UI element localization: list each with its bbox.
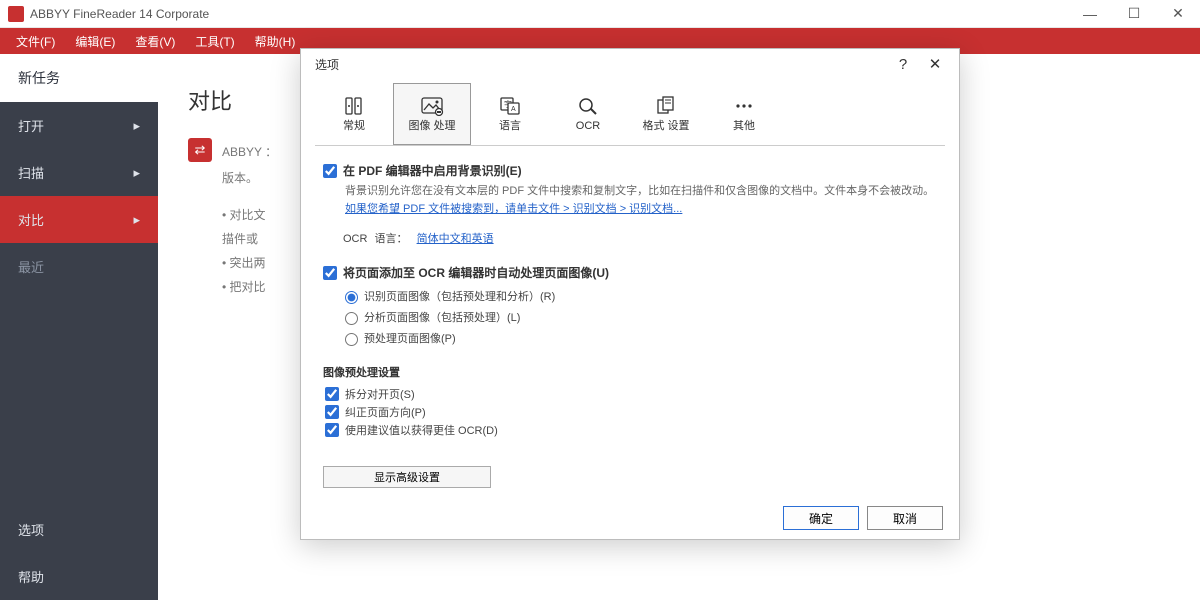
tab-label: OCR [576,120,600,132]
bullet-1b: 描件或 [222,227,277,251]
dialog-footer: 确定 取消 [301,497,959,539]
sidebar-item-open[interactable]: 打开 ▸ [0,102,158,149]
tab-label: 图像 处理 [408,120,455,132]
cancel-button[interactable]: 取消 [867,506,943,530]
maximize-button[interactable]: ☐ [1112,0,1156,28]
dialog-body: 在 PDF 编辑器中启用背景识别(E) 背景识别允许您在没有文本层的 PDF 文… [301,146,959,497]
label-split-pages: 拆分对开页(S) [345,386,415,402]
tab-language[interactable]: 字A 语言 [471,83,549,145]
general-icon [342,95,366,117]
language-link[interactable]: 简体中文和英语 [417,233,494,245]
ocr-label: OCR [343,233,367,245]
radio-analyze[interactable] [345,312,358,325]
content-desc-1: ABBYY ： [222,142,277,164]
content-desc-2: 版本。 [222,168,277,190]
format-icon [654,95,678,117]
sidebar-label: 帮助 [18,567,44,586]
sidebar-label: 最近 [18,257,44,276]
sidebar-label: 选项 [18,520,44,539]
dialog-titlebar: 选项 ? ✕ [301,49,959,79]
compare-icon: ⇄ [188,138,212,162]
radio-preprocess-wrap[interactable]: 预处理页面图像(P) [345,329,937,350]
dialog-close-button[interactable]: ✕ [919,55,951,73]
radio-label: 分析页面图像（包括预处理）(L) [364,308,520,329]
bullet-2: • 突出两 [222,251,277,275]
dialog-title: 选项 [315,56,339,73]
radio-label: 预处理页面图像(P) [364,329,456,350]
app-logo [8,6,24,22]
sidebar-label: 扫描 [18,163,44,182]
more-icon [732,95,756,117]
radio-analyze-wrap[interactable]: 分析页面图像（包括预处理）(L) [345,308,937,329]
svg-text:A: A [511,106,516,113]
bullet-1: • 对比文 [222,203,277,227]
tab-image-processing[interactable]: 图像 处理 [393,83,471,145]
show-advanced-button[interactable]: 显示高级设置 [323,466,491,488]
bg-recognition-desc-2[interactable]: 如果您希望 PDF 文件被搜索到，请单击文件 > 识别文档 > 识别文档... [345,201,937,219]
menu-tools[interactable]: 工具(T) [185,33,244,50]
title-bar: ABBYY FineReader 14 Corporate — ☐ ✕ [0,0,1200,28]
chevron-right-icon: ▸ [133,212,140,228]
menu-help[interactable]: 帮助(H) [245,33,306,50]
radio-label: 识别页面图像（包括预处理和分析）(R) [364,287,555,308]
sidebar-label: 对比 [18,210,44,229]
sidebar-item-options[interactable]: 选项 [0,506,158,553]
tab-other[interactable]: 其他 [705,83,783,145]
label-enable-bg-recognition: 在 PDF 编辑器中启用背景识别(E) [343,162,522,179]
bg-recognition-desc-1: 背景识别允许您在没有文本层的 PDF 文件中搜索和复制文字，比如在扫描件和仅含图… [345,183,937,201]
sidebar-new-task[interactable]: 新任务 [0,54,158,102]
checkbox-correct-orientation[interactable] [325,405,339,419]
sidebar: 新任务 打开 ▸ 扫描 ▸ 对比 ▸ 最近 选项 帮助 [0,54,158,600]
language-label: 语言： [375,233,408,245]
menu-view[interactable]: 查看(V) [125,33,185,50]
label-correct-orientation: 纠正页面方向(P) [345,404,426,420]
radio-recognize-wrap[interactable]: 识别页面图像（包括预处理和分析）(R) [345,287,937,308]
image-processing-icon [420,95,444,117]
bullet-3: • 把对比 [222,275,277,299]
tab-format-settings[interactable]: 格式 设置 [627,83,705,145]
tab-ocr[interactable]: OCR [549,83,627,145]
checkbox-auto-process[interactable] [323,266,337,280]
label-recommended-ocr: 使用建议值以获得更佳 OCR(D) [345,422,498,438]
tab-label: 语言 [499,120,521,132]
sidebar-item-help[interactable]: 帮助 [0,553,158,600]
radio-recognize[interactable] [345,291,358,304]
label-auto-process: 将页面添加至 OCR 编辑器时自动处理页面图像(U) [343,264,609,281]
language-icon: 字A [498,95,522,117]
dialog-tabs: 常规 图像 处理 字A 语言 OCR 格式 设置 其他 [301,79,959,145]
menu-file[interactable]: 文件(F) [6,33,65,50]
tab-label: 格式 设置 [642,120,689,132]
sidebar-item-compare[interactable]: 对比 ▸ [0,196,158,243]
menu-edit[interactable]: 编辑(E) [65,33,125,50]
sidebar-label: 打开 [18,116,44,135]
dialog-help-button[interactable]: ? [887,56,919,73]
radio-preprocess[interactable] [345,333,358,346]
checkbox-split-pages[interactable] [325,387,339,401]
options-dialog: 选项 ? ✕ 常规 图像 处理 字A 语言 OCR 格式 设置 其他 [300,48,960,540]
sidebar-item-scan[interactable]: 扫描 ▸ [0,149,158,196]
checkbox-recommended-ocr[interactable] [325,423,339,437]
checkbox-enable-bg-recognition[interactable] [323,164,337,178]
chevron-right-icon: ▸ [133,165,140,181]
sidebar-item-recent[interactable]: 最近 [0,243,158,290]
ok-button[interactable]: 确定 [783,506,859,530]
ocr-icon [576,95,600,117]
tab-general[interactable]: 常规 [315,83,393,145]
tab-label: 其他 [733,120,755,132]
chevron-right-icon: ▸ [133,118,140,134]
preprocess-section-title: 图像预处理设置 [323,364,937,380]
tab-label: 常规 [343,120,365,132]
close-window-button[interactable]: ✕ [1156,0,1200,28]
minimize-button[interactable]: — [1068,0,1112,28]
window-title: ABBYY FineReader 14 Corporate [30,7,1068,21]
